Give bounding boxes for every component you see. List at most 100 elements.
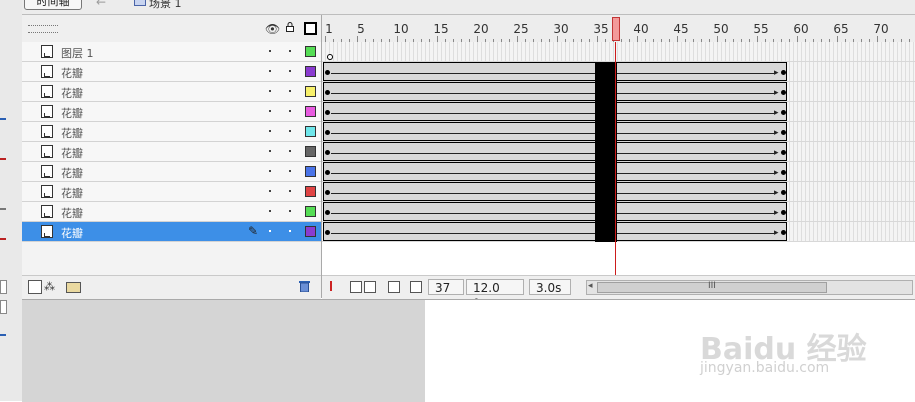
layer-visibility-toggle[interactable]: [269, 90, 271, 92]
layer-outline-color[interactable]: [305, 226, 316, 237]
layer-lock-toggle[interactable]: [289, 190, 291, 192]
layer-visibility-toggle[interactable]: [269, 110, 271, 112]
layer-visibility-toggle[interactable]: [269, 230, 271, 232]
scroll-left-arrow-icon[interactable]: ◂: [588, 281, 593, 291]
edit-multiple-frames-icon[interactable]: [388, 281, 400, 293]
frame-row[interactable]: ▸: [322, 102, 915, 122]
layer-visibility-toggle[interactable]: [269, 190, 271, 192]
layer-outline-color[interactable]: [305, 146, 316, 157]
layer-visibility-toggle[interactable]: [269, 70, 271, 72]
frame-grid[interactable]: ▸ ▸ ▸ ▸ ▸ ▸ ▸ ▸ ▸: [322, 42, 915, 242]
motion-tween-span[interactable]: [323, 142, 787, 161]
keyframe[interactable]: [781, 190, 786, 195]
layer-row[interactable]: 花瓣: [22, 102, 321, 122]
layer-outline-color[interactable]: [305, 186, 316, 197]
layer-row[interactable]: 花瓣: [22, 202, 321, 222]
keyframe[interactable]: [781, 230, 786, 235]
frame-row[interactable]: ▸: [322, 82, 915, 102]
layer-row[interactable]: 花瓣: [22, 82, 321, 102]
keyframe[interactable]: [325, 210, 330, 215]
frame-row[interactable]: ▸: [322, 222, 915, 242]
layer-name[interactable]: 花瓣: [61, 65, 83, 81]
selected-frames[interactable]: [595, 62, 617, 82]
outline-icon[interactable]: [304, 22, 317, 35]
layer-name[interactable]: 花瓣: [61, 205, 83, 221]
motion-tween-span[interactable]: [323, 122, 787, 141]
frame-row[interactable]: ▸: [322, 122, 915, 142]
layer-lock-toggle[interactable]: [289, 210, 291, 212]
layer-lock-toggle[interactable]: [289, 90, 291, 92]
add-folder-icon[interactable]: [66, 282, 81, 293]
selected-frames[interactable]: [595, 202, 617, 222]
motion-tween-span[interactable]: [323, 222, 787, 241]
panel-grip[interactable]: [28, 25, 58, 33]
motion-tween-span[interactable]: [323, 162, 787, 181]
layer-lock-toggle[interactable]: [289, 150, 291, 152]
layer-name[interactable]: 图层 1: [61, 45, 94, 61]
horizontal-scrollbar[interactable]: ◂ III: [586, 280, 913, 295]
layer-visibility-toggle[interactable]: [269, 50, 271, 52]
frame-row[interactable]: ▸: [322, 162, 915, 182]
layer-row[interactable]: 花瓣: [22, 62, 321, 82]
keyframe[interactable]: [325, 110, 330, 115]
keyframe[interactable]: [325, 90, 330, 95]
trash-icon[interactable]: [299, 280, 310, 292]
layer-name[interactable]: 花瓣: [61, 185, 83, 201]
selected-frames[interactable]: [595, 102, 617, 122]
modify-markers-icon[interactable]: [410, 281, 422, 293]
motion-tween-span[interactable]: [323, 62, 787, 81]
back-arrow-icon[interactable]: ←: [96, 0, 106, 9]
layer-row[interactable]: 花瓣: [22, 122, 321, 142]
layer-name[interactable]: 花瓣: [61, 85, 83, 101]
layer-visibility-toggle[interactable]: [269, 130, 271, 132]
motion-tween-span[interactable]: [323, 82, 787, 101]
layer-lock-toggle[interactable]: [289, 110, 291, 112]
layer-lock-toggle[interactable]: [289, 170, 291, 172]
keyframe[interactable]: [781, 170, 786, 175]
onion-skin-icon[interactable]: [350, 281, 362, 293]
layer-row[interactable]: 图层 1: [22, 42, 321, 62]
selected-frames[interactable]: [595, 142, 617, 162]
keyframe[interactable]: [781, 130, 786, 135]
eye-icon[interactable]: 👁: [265, 22, 280, 36]
layer-name[interactable]: 花瓣: [61, 225, 83, 241]
empty-keyframe[interactable]: [327, 54, 333, 60]
keyframe[interactable]: [325, 70, 330, 75]
layer-name[interactable]: 花瓣: [61, 145, 83, 161]
layer-visibility-toggle[interactable]: [269, 210, 271, 212]
selected-frames[interactable]: [595, 182, 617, 202]
keyframe[interactable]: [781, 110, 786, 115]
layer-name[interactable]: 花瓣: [61, 105, 83, 121]
layer-lock-toggle[interactable]: [289, 70, 291, 72]
layer-outline-color[interactable]: [305, 66, 316, 77]
layer-row[interactable]: 花瓣 ✎: [22, 222, 321, 242]
keyframe[interactable]: [325, 170, 330, 175]
layer-visibility-toggle[interactable]: [269, 170, 271, 172]
layer-lock-toggle[interactable]: [289, 230, 291, 232]
keyframe[interactable]: [325, 190, 330, 195]
keyframe[interactable]: [781, 70, 786, 75]
layer-outline-color[interactable]: [305, 206, 316, 217]
layer-outline-color[interactable]: [305, 126, 316, 137]
stage-canvas[interactable]: Baidu 经验 jingyan.baidu.com: [425, 299, 915, 402]
layer-row[interactable]: 花瓣: [22, 142, 321, 162]
layer-outline-color[interactable]: [305, 86, 316, 97]
keyframe[interactable]: [325, 130, 330, 135]
layer-visibility-toggle[interactable]: [269, 150, 271, 152]
layer-lock-toggle[interactable]: [289, 50, 291, 52]
motion-tween-span[interactable]: [323, 202, 787, 221]
keyframe[interactable]: [325, 150, 330, 155]
add-motion-guide-icon[interactable]: ⁂: [44, 280, 56, 293]
keyframe[interactable]: [781, 90, 786, 95]
scene-label[interactable]: 场景 1: [149, 0, 182, 11]
selected-frames[interactable]: [595, 122, 617, 142]
timeline-tab[interactable]: 时间轴: [24, 0, 82, 10]
center-frame-icon[interactable]: [330, 281, 332, 291]
keyframe[interactable]: [325, 230, 330, 235]
selected-frames[interactable]: [595, 82, 617, 102]
frame-row[interactable]: ▸: [322, 182, 915, 202]
keyframe[interactable]: [781, 150, 786, 155]
selected-frames[interactable]: [595, 162, 617, 182]
layer-name[interactable]: 花瓣: [61, 165, 83, 181]
layer-outline-color[interactable]: [305, 166, 316, 177]
